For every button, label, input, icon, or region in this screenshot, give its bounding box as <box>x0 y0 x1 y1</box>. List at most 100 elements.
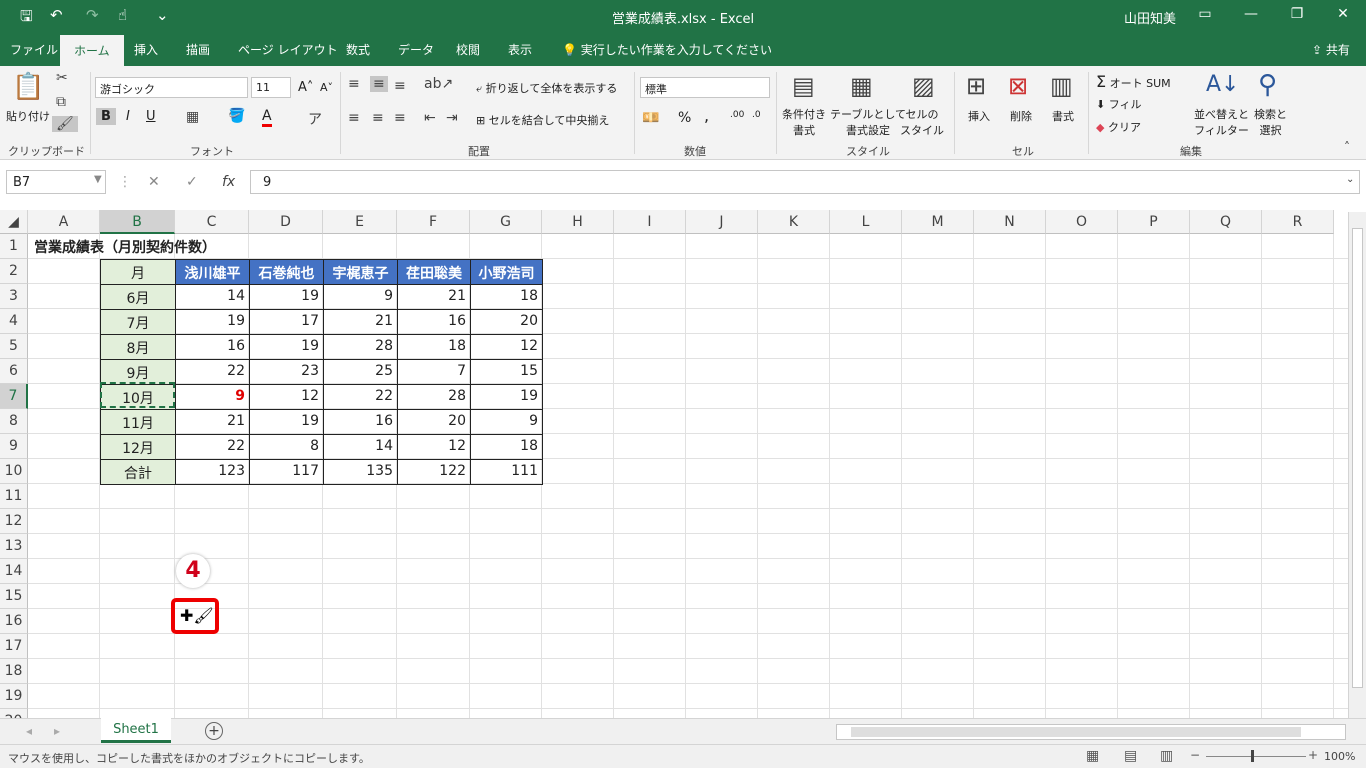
align-right-icon[interactable]: ≡ <box>394 110 406 126</box>
row-header[interactable]: 6 <box>0 359 28 384</box>
tell-me-box[interactable]: 💡 実行したい作業を入力してください <box>562 41 772 58</box>
row-header[interactable]: 20 <box>0 709 28 718</box>
table-cell[interactable]: 20 <box>397 409 471 435</box>
row-header[interactable]: 9 <box>0 434 28 459</box>
column-header[interactable]: F <box>397 210 470 234</box>
table-cell[interactable]: 12 <box>249 384 324 410</box>
tab-insert[interactable]: 挿入 <box>134 41 158 58</box>
formula-bar-more-icon[interactable]: ⋮ <box>118 174 132 190</box>
table-header-cell[interactable]: 石巻純也 <box>249 259 324 285</box>
table-cell[interactable]: 28 <box>323 334 398 360</box>
table-cell[interactable]: 18 <box>470 284 543 310</box>
insert-function-button[interactable]: fx <box>222 174 235 190</box>
table-header-cell[interactable]: 宇梶恵子 <box>323 259 398 285</box>
row-header[interactable]: 15 <box>0 584 28 609</box>
conditional-formatting-button[interactable]: 条件付き 書式 <box>782 106 826 138</box>
tab-draw[interactable]: 描画 <box>186 41 210 58</box>
orientation-icon[interactable]: ab↗ <box>424 76 453 92</box>
table-cell[interactable]: 15 <box>470 359 543 385</box>
expand-formula-icon[interactable]: ⌄ <box>1346 174 1354 185</box>
minimize-icon[interactable]: — <box>1236 6 1266 22</box>
table-cell[interactable]: 21 <box>397 284 471 310</box>
find-select-icon[interactable]: ⚲ <box>1258 70 1277 100</box>
formula-input[interactable]: 9 <box>250 170 1360 194</box>
clear-button[interactable]: ◆ クリア <box>1096 119 1141 135</box>
row-header[interactable]: 18 <box>0 659 28 684</box>
phonetic-icon[interactable]: ア <box>308 109 322 129</box>
column-header[interactable]: L <box>830 210 902 234</box>
tab-home[interactable]: ホーム <box>60 35 124 66</box>
column-header[interactable]: O <box>1046 210 1118 234</box>
zoom-out-icon[interactable]: − <box>1190 748 1200 762</box>
add-sheet-icon[interactable]: + <box>205 722 223 740</box>
insert-cells-icon[interactable]: ⊞ <box>966 72 986 100</box>
table-cell[interactable]: 18 <box>470 434 543 460</box>
increase-decimal-icon[interactable]: .00 <box>730 110 744 120</box>
increase-indent-icon[interactable]: ⇥ <box>446 110 458 126</box>
align-left-icon[interactable]: ≡ <box>348 110 360 126</box>
cancel-icon[interactable]: ✕ <box>148 174 160 190</box>
table-cell[interactable]: 22 <box>175 434 250 460</box>
tab-view[interactable]: 表示 <box>508 41 532 58</box>
sort-filter-icon[interactable]: A↓ <box>1206 72 1239 97</box>
table-cell[interactable]: 19 <box>470 384 543 410</box>
horizontal-scroll-thumb[interactable] <box>851 727 1301 737</box>
tab-file[interactable]: ファイル <box>10 41 58 58</box>
table-cell[interactable]: 22 <box>323 384 398 410</box>
decrease-decimal-icon[interactable]: .0 <box>752 110 761 120</box>
name-box-dropdown-icon[interactable]: ▼ <box>94 174 102 185</box>
column-header[interactable]: P <box>1118 210 1190 234</box>
table-cell[interactable]: 7 <box>397 359 471 385</box>
table-cell[interactable]: 21 <box>323 309 398 335</box>
table-cell[interactable]: 135 <box>323 459 398 485</box>
table-header-cell[interactable]: 浅川雄平 <box>175 259 250 285</box>
row-header[interactable]: 8 <box>0 409 28 434</box>
fill-color-icon[interactable]: 🪣 <box>228 108 245 124</box>
row-header[interactable]: 17 <box>0 634 28 659</box>
table-header-cell[interactable]: 荏田聡美 <box>397 259 471 285</box>
align-top-icon[interactable]: ≡ <box>348 76 360 92</box>
row-header[interactable]: 14 <box>0 559 28 584</box>
row-header[interactable]: 19 <box>0 684 28 709</box>
table-cell[interactable]: 117 <box>249 459 324 485</box>
table-cell[interactable]: 122 <box>397 459 471 485</box>
format-as-table-icon[interactable]: ▦ <box>850 72 873 100</box>
worksheet-grid[interactable]: ◢ A B C D E F G H I J K L M N O P Q R 1 2 3 4 5 6 7 8 9 10 11 12 13 14 15… <box>0 210 1366 718</box>
sheet-title-cell[interactable]: 営業成績表（月別契約件数） <box>30 234 220 259</box>
align-middle-icon[interactable]: ≡ <box>370 76 388 92</box>
column-header[interactable]: D <box>249 210 323 234</box>
column-header[interactable]: C <box>175 210 249 234</box>
percent-button[interactable]: % <box>678 110 691 126</box>
month-label-cell[interactable]: 11月 <box>100 409 176 435</box>
row-header[interactable]: 1 <box>0 234 28 259</box>
table-cell[interactable]: 123 <box>175 459 250 485</box>
underline-button[interactable]: U <box>146 109 156 124</box>
normal-view-icon[interactable]: ▦ <box>1086 748 1099 764</box>
format-painter-icon[interactable]: 🖌 <box>52 116 78 132</box>
zoom-in-icon[interactable]: + <box>1308 748 1318 762</box>
table-cell[interactable]: 8 <box>249 434 324 460</box>
vertical-scroll-thumb[interactable] <box>1352 228 1363 688</box>
month-label-cell[interactable]: 12月 <box>100 434 176 460</box>
wrap-text-button[interactable]: ⤶ 折り返して全体を表示する <box>476 80 617 96</box>
decrease-indent-icon[interactable]: ⇤ <box>424 110 436 126</box>
row-header[interactable]: 3 <box>0 284 28 309</box>
page-layout-view-icon[interactable]: ▤ <box>1124 748 1137 764</box>
table-cell[interactable]: 9 <box>323 284 398 310</box>
delete-cells-icon[interactable]: ⊠ <box>1008 72 1028 100</box>
row-header[interactable]: 4 <box>0 309 28 334</box>
sheet-tab[interactable]: Sheet1 <box>101 718 171 743</box>
align-bottom-icon[interactable]: ≡ <box>394 78 406 94</box>
table-cell[interactable]: 19 <box>175 309 250 335</box>
table-cell[interactable]: 22 <box>175 359 250 385</box>
zoom-slider-thumb[interactable] <box>1251 750 1254 762</box>
ribbon-display-icon[interactable]: ▭ <box>1190 6 1220 22</box>
copy-icon[interactable]: ⧉ <box>56 94 66 110</box>
table-cell[interactable]: 111 <box>470 459 543 485</box>
month-label-cell[interactable]: 合計 <box>100 459 176 485</box>
prev-sheet-icon[interactable]: ◂ <box>26 724 32 738</box>
find-select-button[interactable]: 検索と 選択 <box>1254 106 1287 138</box>
page-break-view-icon[interactable]: ▥ <box>1160 748 1173 764</box>
table-cell[interactable]: 17 <box>249 309 324 335</box>
month-label-cell[interactable]: 8月 <box>100 334 176 360</box>
